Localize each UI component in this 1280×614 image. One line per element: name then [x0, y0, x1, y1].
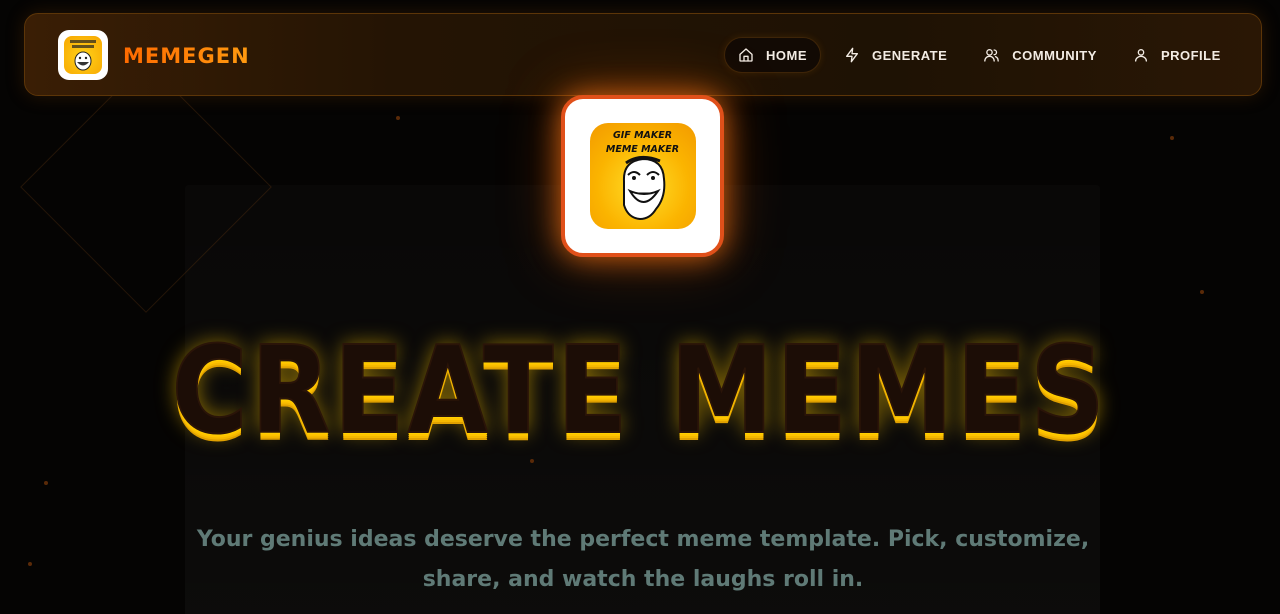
- troll-face-icon: [64, 36, 102, 74]
- nav-community[interactable]: COMMUNITY: [970, 37, 1110, 73]
- nav-profile[interactable]: PROFILE: [1120, 37, 1234, 73]
- background-spark: [1200, 290, 1204, 294]
- nav-profile-label: PROFILE: [1160, 47, 1221, 63]
- lightning-icon: [846, 47, 858, 63]
- nav-home[interactable]: HOME: [724, 37, 821, 73]
- background-spark: [1170, 136, 1174, 140]
- nav-generate-label: GENERATE: [872, 47, 948, 63]
- hero-tagline: Your genius ideas deserve the perfect me…: [196, 527, 1090, 592]
- hero-headline: CREATE MEMES: [171, 322, 1109, 461]
- background-spark: [44, 481, 48, 485]
- navbar: MEMEGEN HOME GENERATE COMMUNITY PROFILE: [24, 13, 1262, 96]
- nav-generate[interactable]: GENERATE: [831, 37, 960, 73]
- background-spark: [28, 562, 32, 566]
- user-icon: [1134, 49, 1147, 62]
- background-spark: [396, 116, 400, 120]
- home-icon: [739, 48, 753, 62]
- hero-app-logo: GIF MAKER MEME MAKER: [561, 95, 724, 257]
- brand-name[interactable]: MEMEGEN: [123, 44, 250, 68]
- troll-face-icon: GIF MAKER MEME MAKER: [589, 123, 696, 229]
- nav-home-label: HOME: [766, 47, 807, 63]
- brand-logo[interactable]: [58, 30, 108, 80]
- nav-community-label: COMMUNITY: [1012, 47, 1097, 63]
- users-icon: [984, 49, 1000, 62]
- main-nav: HOME GENERATE COMMUNITY PROFILE: [724, 37, 1244, 73]
